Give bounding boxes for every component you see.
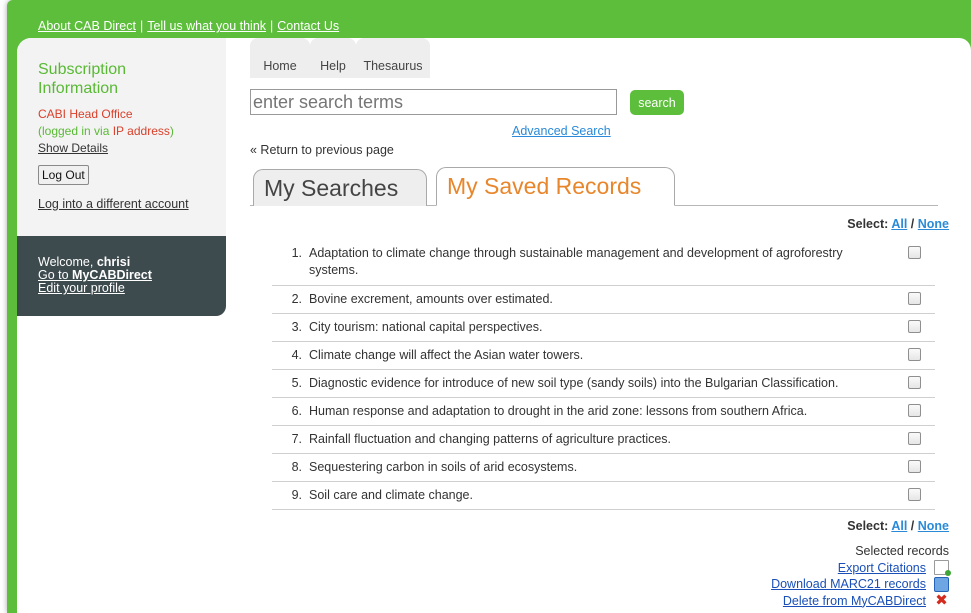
list-item: 4. Climate change will affect the Asian … [272,342,935,370]
record-number: 2. [291,292,302,306]
delete-x-icon[interactable]: ✖ [934,593,949,608]
select-controls-bottom: Select: All / None [847,519,949,533]
main-area: Home Help Thesaurus search Advanced Sear… [250,38,971,608]
list-item: 6. Human response and adaptation to drou… [272,398,935,426]
tab-my-searches[interactable]: My Searches [253,169,427,206]
advanced-search-link[interactable]: Advanced Search [512,124,611,138]
about-link[interactable]: About CAB Direct [38,19,136,33]
select-all-link[interactable]: All [891,519,907,533]
download-action: Download MARC21 records [771,576,949,593]
record-number: 9. [291,488,302,502]
list-item: 9. Soil care and climate change. [272,482,935,510]
record-checkbox[interactable] [908,246,921,259]
record-title[interactable]: Rainfall fluctuation and changing patter… [309,431,889,449]
record-number: 4. [291,348,302,362]
record-title[interactable]: Bovine excrement, amounts over estimated… [309,291,889,309]
record-title[interactable]: Adaptation to climate change through sus… [309,245,889,281]
nav-tabs: Home Help Thesaurus [250,38,971,78]
show-details-link[interactable]: Show Details [38,140,226,157]
record-title[interactable]: Diagnostic evidence for introduce of new… [309,375,889,393]
login-prefix: (logged in via [38,124,113,138]
subscription-title: Subscription Information [38,61,127,97]
record-title[interactable]: Human response and adaptation to drought… [309,403,889,421]
select-none-link[interactable]: None [918,217,949,231]
logout-button[interactable]: Log Out [38,165,89,185]
go-to-prefix: Go to [38,268,73,282]
saved-records-list: 1. Adaptation to climate change through … [272,240,935,510]
list-item: 3. City tourism: national capital perspe… [272,314,935,342]
record-checkbox[interactable] [908,320,921,333]
export-citations-link[interactable]: Export Citations [838,560,926,577]
selected-records-actions: Selected records Export Citations Downlo… [771,543,951,610]
username: chrisi [96,255,131,269]
select-separator: / [910,217,915,231]
org-name: CABI Head Office [38,107,133,121]
select-controls-top: Select: All / None [847,217,949,231]
book-icon[interactable] [934,576,949,592]
subscription-box: Subscription Information CABI Head Offic… [17,38,226,236]
separator: | [139,19,144,33]
list-item: 5. Diagnostic evidence for introduce of … [272,370,935,398]
mycab-label: MyCABDirect [72,268,152,282]
login-suffix: ) [169,124,174,138]
ip-label: IP address [112,124,170,138]
select-all-link[interactable]: All [891,217,907,231]
record-title[interactable]: Climate change will affect the Asian wat… [309,347,889,365]
list-item: 1. Adaptation to climate change through … [272,240,935,286]
record-checkbox[interactable] [908,460,921,473]
content-panel: Subscription Information CABI Head Offic… [17,38,971,613]
other-account-link[interactable]: Log into a different account [38,197,226,211]
record-number: 8. [291,460,302,474]
welcome-box: Welcome, chrisi Go to MyCABDirect Edit y… [17,236,226,316]
contact-link[interactable]: Contact Us [277,19,339,33]
export-action: Export Citations [771,560,951,577]
record-number: 3. [291,320,302,334]
separator: | [270,19,274,33]
record-checkbox[interactable] [908,488,921,501]
record-title[interactable]: City tourism: national capital perspecti… [309,319,889,337]
return-link[interactable]: « Return to previous page [250,143,394,157]
record-checkbox[interactable] [908,376,921,389]
record-checkbox[interactable] [908,348,921,361]
record-number: 6. [291,404,302,418]
record-title[interactable]: Sequestering carbon in soils of arid eco… [309,459,889,477]
edit-profile-link[interactable]: Edit your profile [38,282,226,295]
list-item: 7. Rainfall fluctuation and changing pat… [272,426,935,454]
tab-home[interactable]: Home [250,38,310,78]
record-title[interactable]: Soil care and climate change. [309,487,889,505]
download-marc21-link[interactable]: Download MARC21 records [771,576,926,593]
welcome-prefix: Welcome, [38,255,97,269]
record-checkbox[interactable] [908,292,921,305]
export-document-icon[interactable] [934,560,951,577]
tab-help[interactable]: Help [310,38,356,78]
select-none-link[interactable]: None [918,519,949,533]
sidebar: Subscription Information CABI Head Offic… [17,38,226,316]
top-links: About CAB Direct | Tell us what you think |… [38,19,339,33]
record-number: 1. [291,246,302,260]
login-method: (logged in via IP address) [38,123,226,140]
select-label: Select: [847,217,889,231]
delete-action: Delete from MyCABDirect ✖ [771,593,949,610]
list-item: 2. Bovine excrement, amounts over estima… [272,286,935,314]
search-input[interactable] [250,89,617,115]
feedback-link[interactable]: Tell us what you think [147,19,266,33]
record-number: 7. [291,432,302,446]
tab-my-saved-records[interactable]: My Saved Records [436,167,675,206]
record-checkbox[interactable] [908,404,921,417]
select-separator: / [910,519,915,533]
record-number: 5. [291,376,302,390]
tab-thesaurus[interactable]: Thesaurus [356,38,430,78]
record-tabs: My Searches My Saved Records [250,165,938,206]
list-item: 8. Sequestering carbon in soils of arid … [272,454,935,482]
search-row: search [250,89,684,115]
search-button[interactable]: search [630,90,684,115]
selected-records-label: Selected records [855,544,949,558]
delete-link[interactable]: Delete from MyCABDirect [783,593,926,610]
record-checkbox[interactable] [908,432,921,445]
select-label: Select: [847,519,889,533]
